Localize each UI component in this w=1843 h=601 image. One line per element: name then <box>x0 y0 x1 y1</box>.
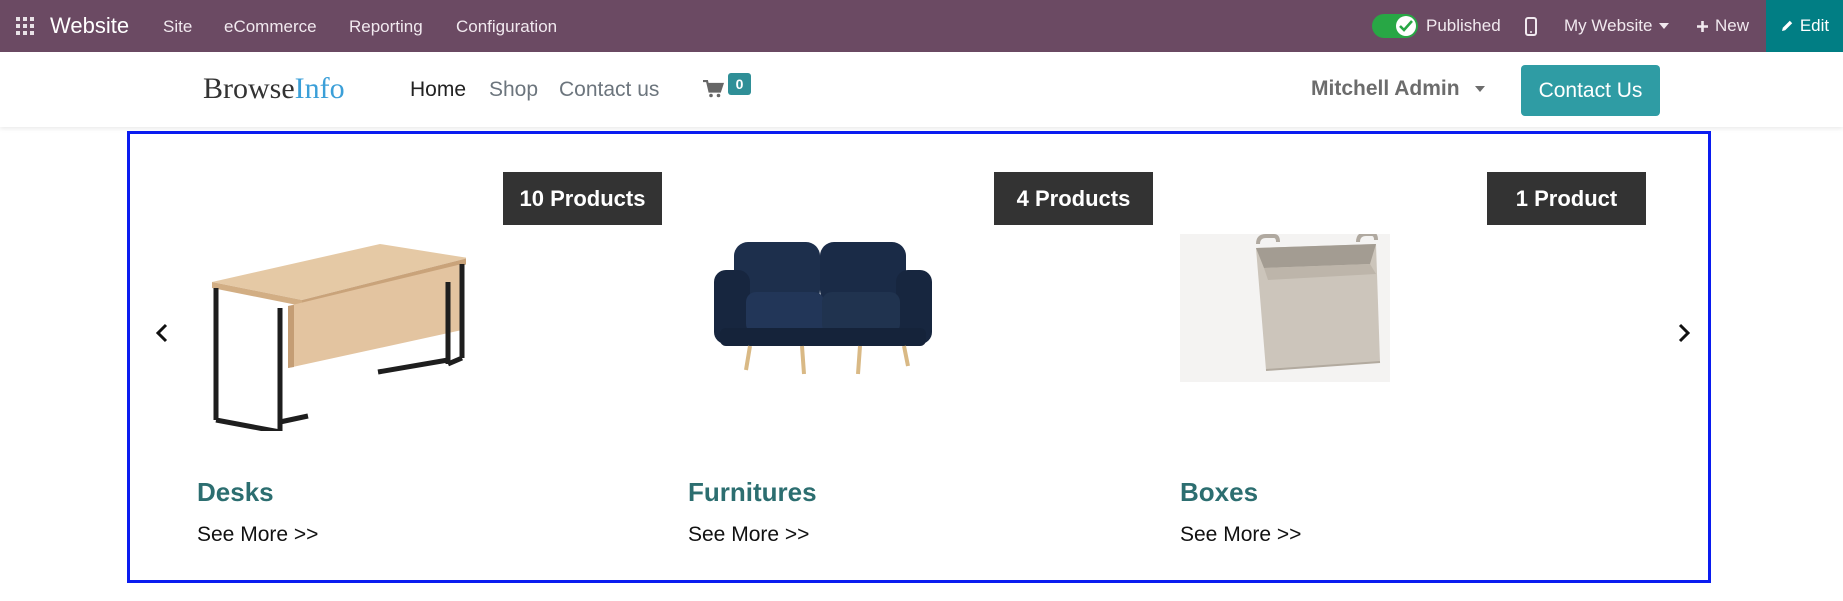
product-count-badge: 1 Product <box>1487 172 1646 225</box>
nav-home[interactable]: Home <box>410 78 466 102</box>
chevron-down-icon <box>1475 86 1486 93</box>
website-selector-label: My Website <box>1564 16 1653 35</box>
chevron-right-icon <box>1678 323 1690 343</box>
menu-configuration[interactable]: Configuration <box>456 17 557 37</box>
see-more-link[interactable]: See More >> <box>197 523 318 547</box>
menu-ecommerce[interactable]: eCommerce <box>224 17 317 37</box>
logo-text-info: Info <box>294 72 345 105</box>
category-card-desks[interactable]: 10 Products Desks See More >> <box>197 134 662 574</box>
storage-box-image[interactable] <box>1180 234 1390 382</box>
site-logo[interactable]: BrowseInfo <box>203 72 345 106</box>
published-label: Published <box>1426 16 1501 35</box>
user-menu[interactable]: Mitchell Admin <box>1311 77 1486 101</box>
nav-contact-us[interactable]: Contact us <box>559 78 659 102</box>
menu-reporting[interactable]: Reporting <box>349 17 423 37</box>
pencil-icon <box>1781 20 1793 31</box>
edit-label: Edit <box>1799 16 1830 35</box>
mobile-phone-icon <box>1525 16 1537 36</box>
product-count-badge: 10 Products <box>503 172 662 225</box>
user-name: Mitchell Admin <box>1311 77 1460 100</box>
category-title[interactable]: Desks <box>197 477 274 508</box>
contact-us-button[interactable]: Contact Us <box>1521 65 1660 116</box>
published-toggle[interactable] <box>1372 14 1418 38</box>
check-icon <box>1396 16 1416 36</box>
mobile-preview-button[interactable] <box>1525 0 1537 52</box>
apps-grid-icon[interactable] <box>16 17 34 35</box>
see-more-link[interactable]: See More >> <box>1180 523 1301 547</box>
app-title[interactable]: Website <box>50 13 129 39</box>
carousel-prev-button[interactable] <box>151 313 173 353</box>
cart-count-badge: 0 <box>728 73 751 95</box>
product-count-badge: 4 Products <box>994 172 1153 225</box>
published-toggle-group[interactable]: Published <box>1372 0 1501 52</box>
category-card-furnitures[interactable]: 4 Products Furnitures See More >> <box>688 134 1153 574</box>
chevron-down-icon <box>1658 23 1669 29</box>
logo-text-browse: Browse <box>203 72 295 105</box>
website-selector[interactable]: My Website <box>1564 0 1669 52</box>
nav-shop[interactable]: Shop <box>489 78 538 102</box>
cart-link[interactable] <box>703 79 725 103</box>
category-title[interactable]: Furnitures <box>688 477 817 508</box>
category-title[interactable]: Boxes <box>1180 477 1258 508</box>
chevron-left-icon <box>156 323 168 343</box>
plus-icon <box>1697 20 1708 32</box>
desk-image[interactable] <box>210 242 466 431</box>
admin-top-bar: Website Site eCommerce Reporting Configu… <box>0 0 1843 52</box>
site-header: BrowseInfo Home Shop Contact us 0 Mitche… <box>0 52 1843 127</box>
menu-site[interactable]: Site <box>163 17 192 37</box>
edit-button[interactable]: Edit <box>1766 0 1843 52</box>
category-carousel: 10 Products Desks See More >> 4 Products <box>127 131 1711 583</box>
new-button[interactable]: New <box>1696 0 1749 52</box>
category-card-boxes[interactable]: 1 Product Boxes See More >> <box>1180 134 1646 574</box>
shopping-cart-icon <box>703 79 725 98</box>
see-more-link[interactable]: See More >> <box>688 523 809 547</box>
carousel-next-button[interactable] <box>1673 313 1695 353</box>
sofa-image[interactable] <box>710 234 936 379</box>
new-label: New <box>1715 16 1750 35</box>
